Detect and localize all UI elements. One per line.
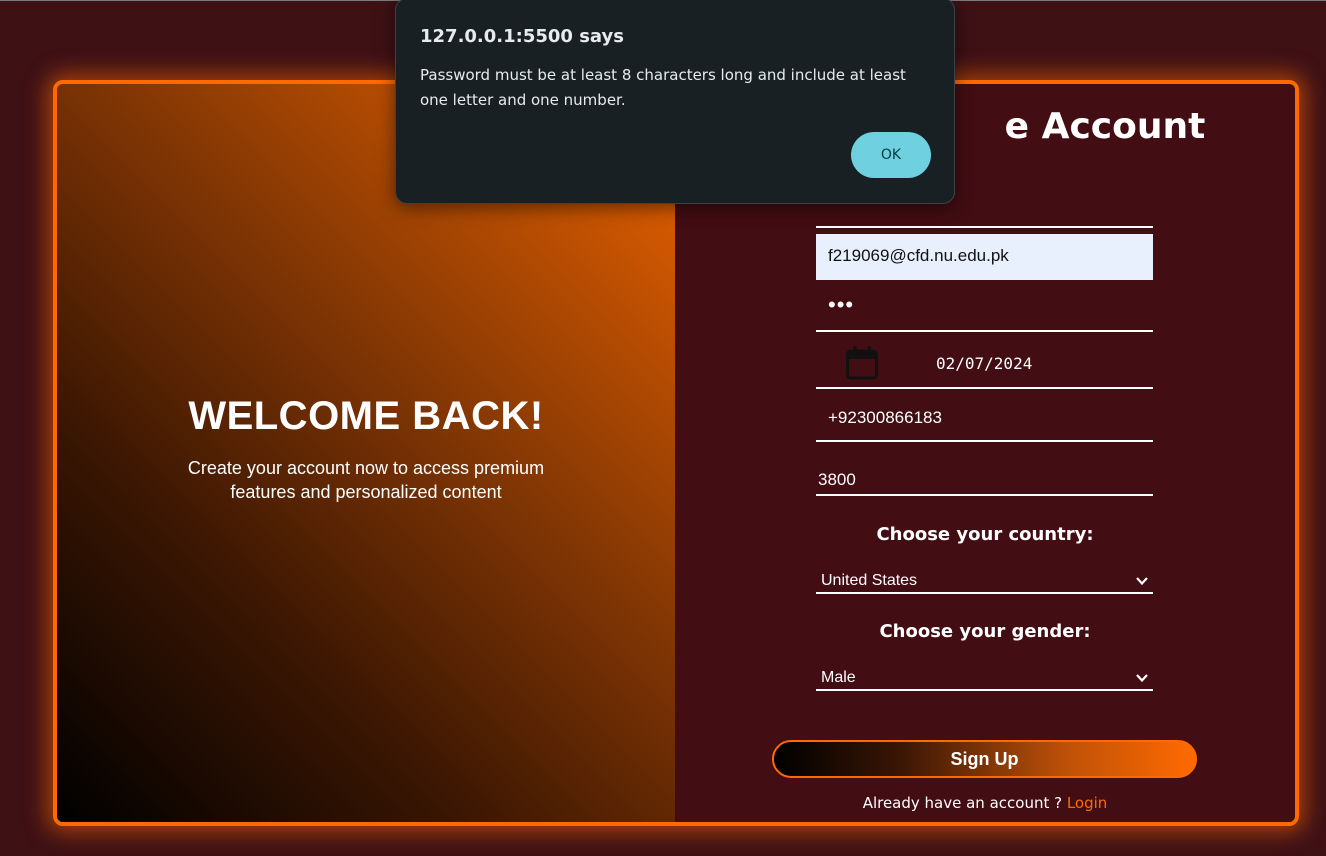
country-value: United States bbox=[821, 572, 918, 589]
country-label: Choose your country: bbox=[876, 524, 1094, 545]
password-field[interactable]: ••• bbox=[816, 284, 1153, 332]
email-field[interactable]: f219069@cfd.nu.edu.pk bbox=[816, 234, 1153, 280]
password-value: ••• bbox=[828, 292, 855, 317]
login-prompt-line: Already have an account ? Login bbox=[675, 794, 1295, 812]
dialog-message: Password must be at least 8 characters l… bbox=[420, 66, 906, 109]
calendar-icon[interactable] bbox=[846, 346, 878, 380]
gender-select[interactable]: Male bbox=[816, 665, 1153, 691]
login-prompt: Already have an account ? bbox=[862, 794, 1067, 812]
ok-button[interactable]: OK bbox=[851, 132, 931, 178]
phone-value: +92300866183 bbox=[828, 408, 942, 427]
alert-dialog: 127.0.0.1:5500 says Password must be at … bbox=[395, 0, 955, 204]
welcome-title: WELCOME BACK! bbox=[188, 394, 544, 438]
amount-field[interactable]: 3800 bbox=[816, 464, 1153, 496]
welcome-subtitle: Create your account now to access premiu… bbox=[187, 458, 545, 502]
chevron-down-icon bbox=[1136, 674, 1148, 683]
signup-button[interactable]: Sign Up bbox=[772, 740, 1197, 778]
phone-field[interactable]: +92300866183 bbox=[816, 394, 1153, 442]
amount-value: 3800 bbox=[818, 470, 856, 489]
country-select[interactable]: United States bbox=[816, 568, 1153, 594]
dialog-title: 127.0.0.1:5500 says bbox=[420, 26, 624, 47]
chevron-down-icon bbox=[1136, 577, 1148, 586]
login-link[interactable]: Login bbox=[1067, 794, 1107, 812]
date-field[interactable]: 02/07/2024 bbox=[816, 337, 1153, 389]
date-value: 02/07/2024 bbox=[936, 354, 1033, 373]
email-value: f219069@cfd.nu.edu.pk bbox=[828, 246, 1009, 265]
gender-label: Choose your gender: bbox=[879, 621, 1091, 642]
gender-value: Male bbox=[821, 669, 856, 686]
